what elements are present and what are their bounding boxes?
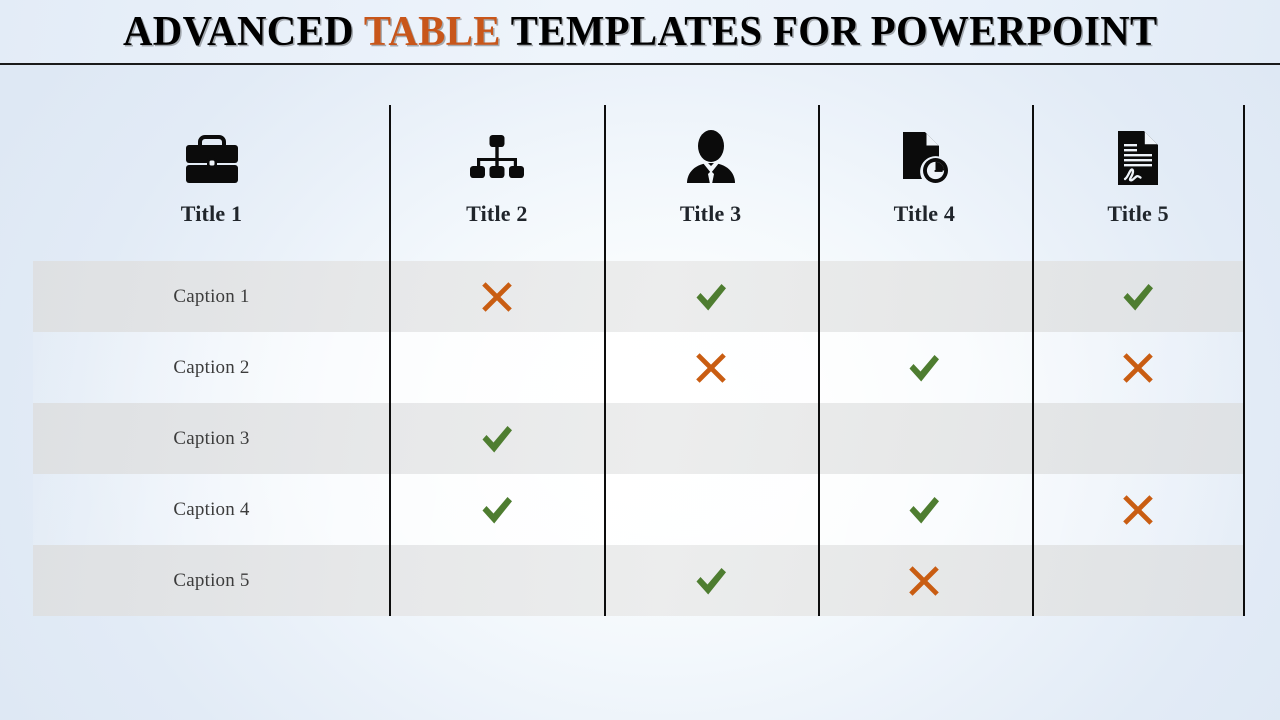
table-cell[interactable] xyxy=(604,474,818,545)
check-icon xyxy=(692,562,730,600)
table-cell[interactable] xyxy=(604,545,818,616)
check-icon xyxy=(478,420,516,458)
title-segment-2: TEMPLATES FOR POWERPOINT xyxy=(500,8,1158,55)
table-row-caption: Caption 3 xyxy=(173,427,250,449)
businessman-icon xyxy=(685,127,737,189)
table-row[interactable]: Caption 2 xyxy=(33,332,1245,403)
table-row-caption: Caption 4 xyxy=(173,498,250,520)
cross-icon xyxy=(480,280,514,314)
slide-title-bar: ADVANCED TABLE TEMPLATES FOR POWERPOINT xyxy=(0,0,1280,63)
table-cell[interactable] xyxy=(818,261,1032,332)
table-cell[interactable] xyxy=(604,261,818,332)
table-row[interactable]: Caption 1 xyxy=(33,261,1245,332)
table-row-caption: Caption 5 xyxy=(173,569,250,591)
title-accent-word: TABLE xyxy=(363,8,501,55)
table-cell[interactable] xyxy=(818,403,1032,474)
document-clock-icon xyxy=(898,127,950,189)
table-row[interactable]: Caption 4 xyxy=(33,474,1245,545)
cross-icon xyxy=(907,564,941,598)
check-icon xyxy=(905,349,943,387)
column-separator-4 xyxy=(1032,105,1034,616)
table-row-caption-cell: Caption 5 xyxy=(33,545,390,616)
table-column-header-2: Title 2 xyxy=(390,105,604,261)
column-separator-1 xyxy=(389,105,391,616)
table-row-caption: Caption 1 xyxy=(173,285,250,307)
table-cell[interactable] xyxy=(390,545,604,616)
table-column-header-3: Title 3 xyxy=(604,105,818,261)
table-cell[interactable] xyxy=(818,332,1032,403)
title-divider-rule xyxy=(0,63,1280,65)
table-cell[interactable] xyxy=(1031,332,1245,403)
table-row[interactable]: Caption 5 xyxy=(33,545,1245,616)
cross-icon xyxy=(1121,493,1155,527)
table-body: Caption 1 Caption 2 Caption 3 Caption 4 Capt… xyxy=(33,261,1245,616)
table-cell[interactable] xyxy=(390,261,604,332)
table-cell[interactable] xyxy=(390,332,604,403)
table-row-caption-cell: Caption 2 xyxy=(33,332,390,403)
table-header-row: Title 1 Title 2 Title 3 Title 4 Title 5 xyxy=(33,105,1245,261)
table-column-header-4: Title 4 xyxy=(818,105,1032,261)
table-row-caption-cell: Caption 1 xyxy=(33,261,390,332)
column-separator-5 xyxy=(1243,105,1245,616)
briefcase-icon xyxy=(183,127,241,189)
table-cell[interactable] xyxy=(604,403,818,474)
table-cell[interactable] xyxy=(1031,545,1245,616)
page-title: ADVANCED TABLE TEMPLATES FOR POWERPOINT xyxy=(123,8,1158,56)
table-column-header-label-2: Title 2 xyxy=(466,201,528,226)
table-column-header-label-1: Title 1 xyxy=(180,201,243,226)
table-column-header-label-3: Title 3 xyxy=(679,201,742,226)
table-row-caption-cell: Caption 4 xyxy=(33,474,390,545)
table-cell[interactable] xyxy=(1031,403,1245,474)
column-separator-2 xyxy=(604,105,606,616)
check-icon xyxy=(1119,278,1157,316)
check-icon xyxy=(478,491,516,529)
org-chart-icon xyxy=(468,127,526,189)
table-row-caption: Caption 2 xyxy=(173,356,250,378)
check-icon xyxy=(692,278,730,316)
column-separator-3 xyxy=(818,105,820,616)
cross-icon xyxy=(1121,351,1155,385)
slide-canvas: ADVANCED TABLE TEMPLATES FOR POWERPOINT … xyxy=(0,0,1280,720)
table-cell[interactable] xyxy=(390,403,604,474)
table-row[interactable]: Caption 3 xyxy=(33,403,1245,474)
check-icon xyxy=(905,491,943,529)
table-cell[interactable] xyxy=(604,332,818,403)
table-cell[interactable] xyxy=(390,474,604,545)
table-column-header-label-5: Title 5 xyxy=(1107,201,1169,226)
table-cell[interactable] xyxy=(1031,261,1245,332)
table-cell[interactable] xyxy=(818,545,1032,616)
signed-document-icon xyxy=(1114,127,1162,189)
table-column-header-5: Title 5 xyxy=(1031,105,1245,261)
comparison-table: Title 1 Title 2 Title 3 Title 4 Title 5 … xyxy=(33,105,1245,616)
table-cell[interactable] xyxy=(1031,474,1245,545)
table-column-header-label-4: Title 4 xyxy=(893,201,956,226)
table-row-caption-cell: Caption 3 xyxy=(33,403,390,474)
table-column-header-1: Title 1 xyxy=(33,105,390,261)
table-cell[interactable] xyxy=(818,474,1032,545)
cross-icon xyxy=(694,351,728,385)
title-segment-1: ADVANCED xyxy=(122,8,364,55)
